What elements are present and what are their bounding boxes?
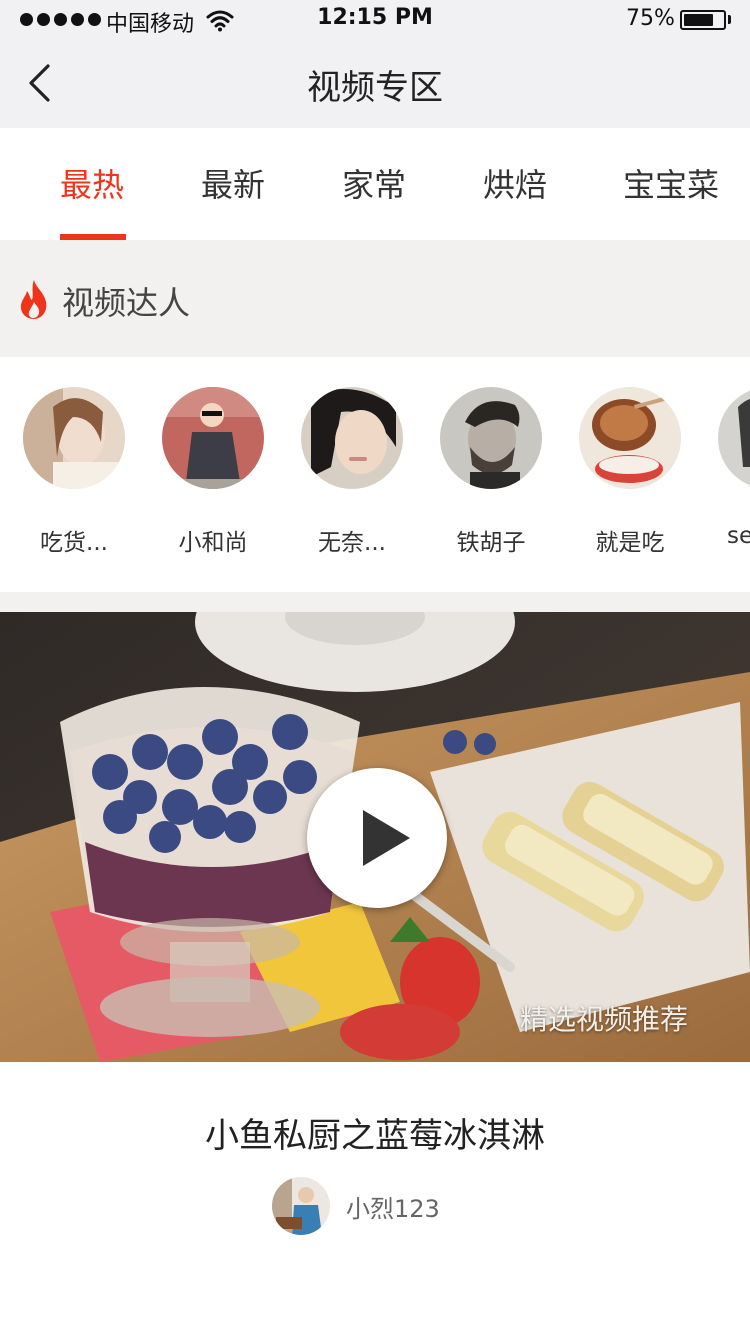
author-name: 小烈123 (346, 1194, 440, 1223)
avatar (272, 1177, 330, 1235)
fire-icon (20, 280, 47, 319)
battery-icon (680, 10, 726, 30)
creator-name: 就是吃 (595, 530, 665, 556)
creator-item[interactable]: 吃货... (14, 387, 134, 557)
creator-name: 无奈... (318, 530, 386, 556)
battery-percentage: 75% (626, 6, 675, 31)
page-title: 视频专区 (307, 68, 443, 108)
creator-name: 铁胡子 (456, 530, 526, 556)
navigation-bar: 视频专区 (0, 40, 750, 128)
avatar (579, 387, 681, 489)
tab-newest[interactable]: 最新 (201, 160, 265, 206)
avatar (301, 387, 403, 489)
section-divider (0, 592, 750, 612)
video-tag: 精选视频推荐 (519, 1003, 688, 1036)
play-icon (363, 810, 410, 866)
creator-list: 吃货... 小和尚 无奈... 铁胡子 就是吃 se (0, 357, 750, 592)
creator-item[interactable]: 铁胡子 (431, 387, 551, 557)
creator-item[interactable]: 无奈... (292, 387, 412, 557)
tab-home-cooking[interactable]: 家常 (342, 160, 406, 206)
creator-name: 小和尚 (178, 530, 248, 556)
avatar (23, 387, 125, 489)
creator-name: 吃货... (40, 530, 108, 556)
play-button[interactable] (307, 768, 447, 908)
creator-name: se (727, 523, 750, 549)
creator-item[interactable]: se (709, 387, 750, 549)
tab-hottest[interactable]: 最热 (60, 160, 124, 206)
video-card[interactable]: 精选视频推荐 (0, 612, 750, 1062)
avatar (440, 387, 542, 489)
tab-baking[interactable]: 烘焙 (483, 160, 547, 206)
status-bar: 中国移动 12:15 PM 75% (0, 0, 750, 40)
battery-tip (728, 15, 731, 24)
video-title[interactable]: 小鱼私厨之蓝莓冰淇淋 (0, 1108, 750, 1157)
avatar (718, 387, 750, 489)
section-title: 视频达人 (62, 284, 191, 322)
video-author[interactable]: 小烈123 (272, 1177, 440, 1235)
section-header: 视频达人 (0, 240, 750, 357)
battery-level-fill (684, 14, 713, 26)
creator-item[interactable]: 就是吃 (570, 387, 690, 557)
creator-item[interactable]: 小和尚 (153, 387, 273, 557)
category-tabs: 最热 最新 家常 烘焙 宝宝菜 (0, 128, 750, 240)
avatar (162, 387, 264, 489)
tab-baby-food[interactable]: 宝宝菜 (623, 160, 719, 206)
